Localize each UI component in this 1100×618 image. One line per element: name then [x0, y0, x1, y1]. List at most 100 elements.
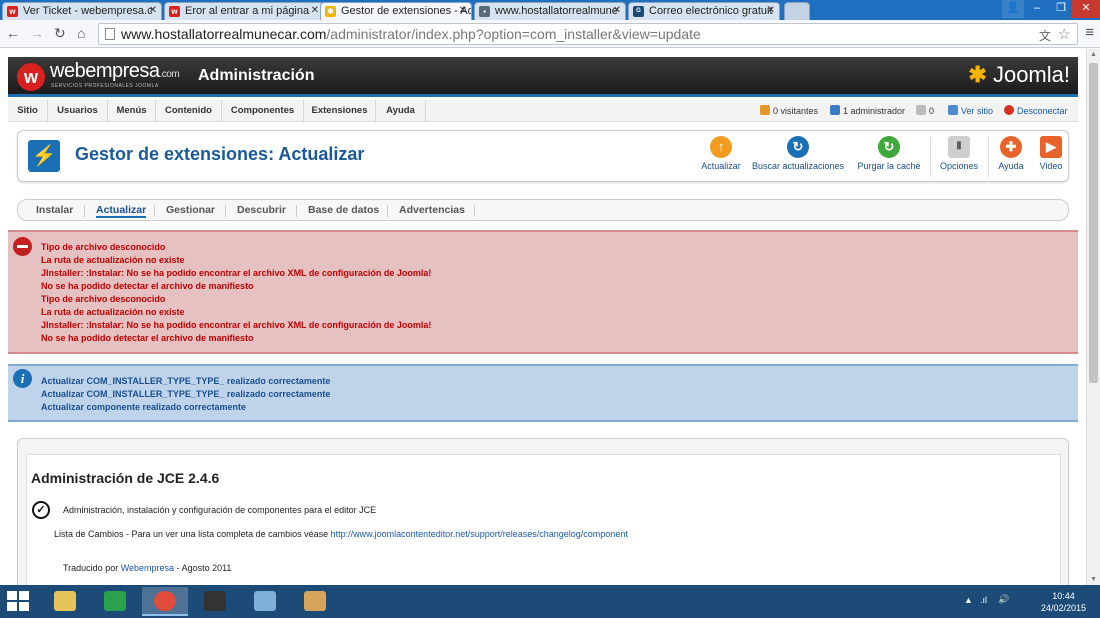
close-icon[interactable]: ✕	[613, 3, 621, 19]
tab-gestionar[interactable]: Gestionar	[166, 204, 215, 216]
scroll-up-icon[interactable]: ▲	[1090, 51, 1097, 58]
tab-advertencias[interactable]: Advertencias	[399, 204, 465, 216]
webempresa-link[interactable]: Webempresa	[121, 563, 174, 573]
address-toolbar: ← → ↻ ⌂ www.hostallatorrealmunecar.com/a…	[0, 20, 1100, 48]
forward-arrow-icon[interactable]: →	[30, 25, 44, 41]
chrome-icon	[154, 591, 176, 611]
close-icon[interactable]: ✕	[311, 3, 319, 19]
menu-item-usuarios[interactable]: Usuarios	[48, 100, 108, 122]
maximize-button[interactable]: ❐	[1050, 0, 1072, 18]
user-icon[interactable]: 👤	[1002, 0, 1024, 18]
windows-start-icon[interactable]	[7, 591, 29, 612]
browser-menu-icon[interactable]: ≡	[1085, 25, 1094, 40]
tab-actualizar[interactable]: Actualizar	[96, 204, 147, 218]
network-icon[interactable]: .ıl	[980, 595, 987, 605]
page-viewport: w webempresa.com SERVICIOS PROFESIONALES…	[0, 49, 1086, 585]
monitor-icon	[948, 105, 958, 115]
page-title: Administración	[198, 67, 315, 84]
help-button[interactable]: ✚ Ayuda	[994, 136, 1028, 178]
menu-item-ayuda[interactable]: Ayuda	[376, 100, 426, 122]
menu-item-componentes[interactable]: Componentes	[222, 100, 304, 122]
tab-divider	[84, 205, 85, 217]
menu-item-contenido[interactable]: Contenido	[156, 100, 222, 122]
taskbar-store[interactable]	[92, 587, 138, 616]
refresh-icon: ↻	[787, 136, 809, 158]
taskbar-chrome[interactable]	[142, 587, 188, 616]
close-icon[interactable]: ✕	[767, 3, 775, 19]
reload-icon[interactable]: ↻	[54, 25, 66, 41]
admin-header: w webempresa.com SERVICIOS PROFESIONALES…	[8, 57, 1078, 97]
find-updates-button[interactable]: ↻ Buscar actualizaciones	[750, 136, 846, 178]
info-line: Actualizar COM_INSTALLER_TYPE_TYPE_ real…	[41, 376, 331, 386]
options-button[interactable]: Ⅱ Opciones	[936, 136, 982, 178]
jce-description: Administración, instalación y configurac…	[63, 505, 377, 515]
purge-cache-button[interactable]: ↻ Purgar la caché	[854, 136, 924, 178]
info-icon: i	[13, 369, 32, 388]
error-line: Tipo de archivo desconocido	[41, 294, 166, 304]
messages-status[interactable]: 0	[916, 100, 934, 122]
tab-base-de-datos[interactable]: Base de datos	[308, 204, 379, 216]
menu-item-menus[interactable]: Menús	[108, 100, 156, 122]
system-clock[interactable]: 10:44 24/02/2015	[1041, 590, 1086, 614]
toolbar-title: Gestor de extensiones: Actualizar	[75, 144, 365, 164]
jce-info-panel: Administración de JCE 2.4.6 ✓ Administra…	[26, 454, 1061, 585]
view-site-link[interactable]: Ver sitio	[948, 100, 993, 122]
taskbar-notepad[interactable]	[242, 587, 288, 616]
browser-tab-strip: w Ver Ticket - webempresa.c ✕ w Eror al …	[0, 0, 1100, 20]
star-icon[interactable]: ☆	[1058, 25, 1071, 43]
toolbar: ⚡ Gestor de extensiones: Actualizar ↑ Ac…	[17, 130, 1069, 182]
update-button[interactable]: ↑ Actualizar	[696, 136, 746, 178]
store-icon	[104, 591, 126, 611]
joomla-logo: ✱ Joomla!	[968, 62, 1070, 87]
jce-credit: Traducido por Webempresa - Agosto 2011	[63, 563, 232, 573]
purge-icon: ↻	[878, 136, 900, 158]
url-input[interactable]: www.hostallatorrealmunecar.com/administr…	[98, 23, 1078, 45]
brand-name: webempresa.com	[50, 60, 180, 82]
lifebuoy-icon: ✚	[1000, 136, 1022, 158]
error-icon	[13, 237, 32, 256]
minimize-button[interactable]: –	[1026, 0, 1048, 18]
browser-tab[interactable]: ▪ www.hostallatorrealmune ✕	[474, 2, 626, 20]
webempresa-favicon-icon: w	[7, 6, 18, 17]
browser-tab-active[interactable]: ✱ Gestor de extensiones - Ad ✕	[320, 2, 472, 20]
browser-tab[interactable]: w Ver Ticket - webempresa.c ✕	[2, 2, 162, 20]
page-favicon-icon: ▪	[479, 6, 490, 17]
close-icon[interactable]: ✕	[149, 3, 157, 19]
menu-item-extensiones[interactable]: Extensiones	[304, 100, 376, 122]
translate-icon[interactable]: 文	[1039, 27, 1051, 44]
browser-tab-title: Gestor de extensiones - Ad	[341, 5, 472, 17]
close-window-button[interactable]: ✕	[1072, 0, 1100, 18]
taskbar-app[interactable]	[192, 587, 238, 616]
new-tab-button[interactable]	[784, 2, 810, 20]
taskbar-paint[interactable]	[292, 587, 338, 616]
tray-arrow-icon[interactable]: ▲	[964, 595, 973, 605]
notepad-icon	[254, 591, 276, 611]
back-arrow-icon[interactable]: ←	[6, 25, 20, 41]
volume-icon[interactable]: 🔊	[998, 594, 1009, 605]
tab-descubrir[interactable]: Descubrir	[237, 204, 286, 216]
error-line: La ruta de actualización no existe	[41, 255, 185, 265]
tab-instalar[interactable]: Instalar	[36, 204, 73, 216]
page-scrollbar[interactable]: ▲ ▼	[1086, 49, 1100, 585]
error-line: Tipo de archivo desconocido	[41, 242, 166, 252]
options-icon: Ⅱ	[948, 136, 970, 158]
browser-tab[interactable]: G Correo electrónico gratuit ✕	[628, 2, 780, 20]
gmx-favicon-icon: G	[633, 6, 644, 17]
home-icon[interactable]: ⌂	[77, 25, 85, 41]
logout-link[interactable]: Desconectar	[1004, 100, 1068, 122]
scrollbar-thumb[interactable]	[1089, 63, 1098, 383]
users-icon	[760, 105, 770, 115]
folder-icon	[54, 591, 76, 611]
browser-tab[interactable]: w Eror al entrar a mi página ✕	[164, 2, 324, 20]
close-icon[interactable]: ✕	[459, 3, 467, 19]
changelog-link[interactable]: http://www.joomlacontenteditor.net/suppo…	[331, 529, 628, 539]
scroll-down-icon[interactable]: ▼	[1090, 576, 1097, 583]
page-icon	[105, 28, 115, 40]
taskbar-file-explorer[interactable]	[42, 587, 88, 616]
video-button[interactable]: ▶ Video	[1034, 136, 1068, 178]
error-line: La ruta de actualización no existe	[41, 307, 185, 317]
power-icon	[1004, 105, 1014, 115]
error-line: JInstaller: :Instalar: No se ha podido e…	[41, 320, 432, 330]
menu-item-sitio[interactable]: Sitio	[8, 100, 48, 122]
tab-divider	[387, 205, 388, 217]
